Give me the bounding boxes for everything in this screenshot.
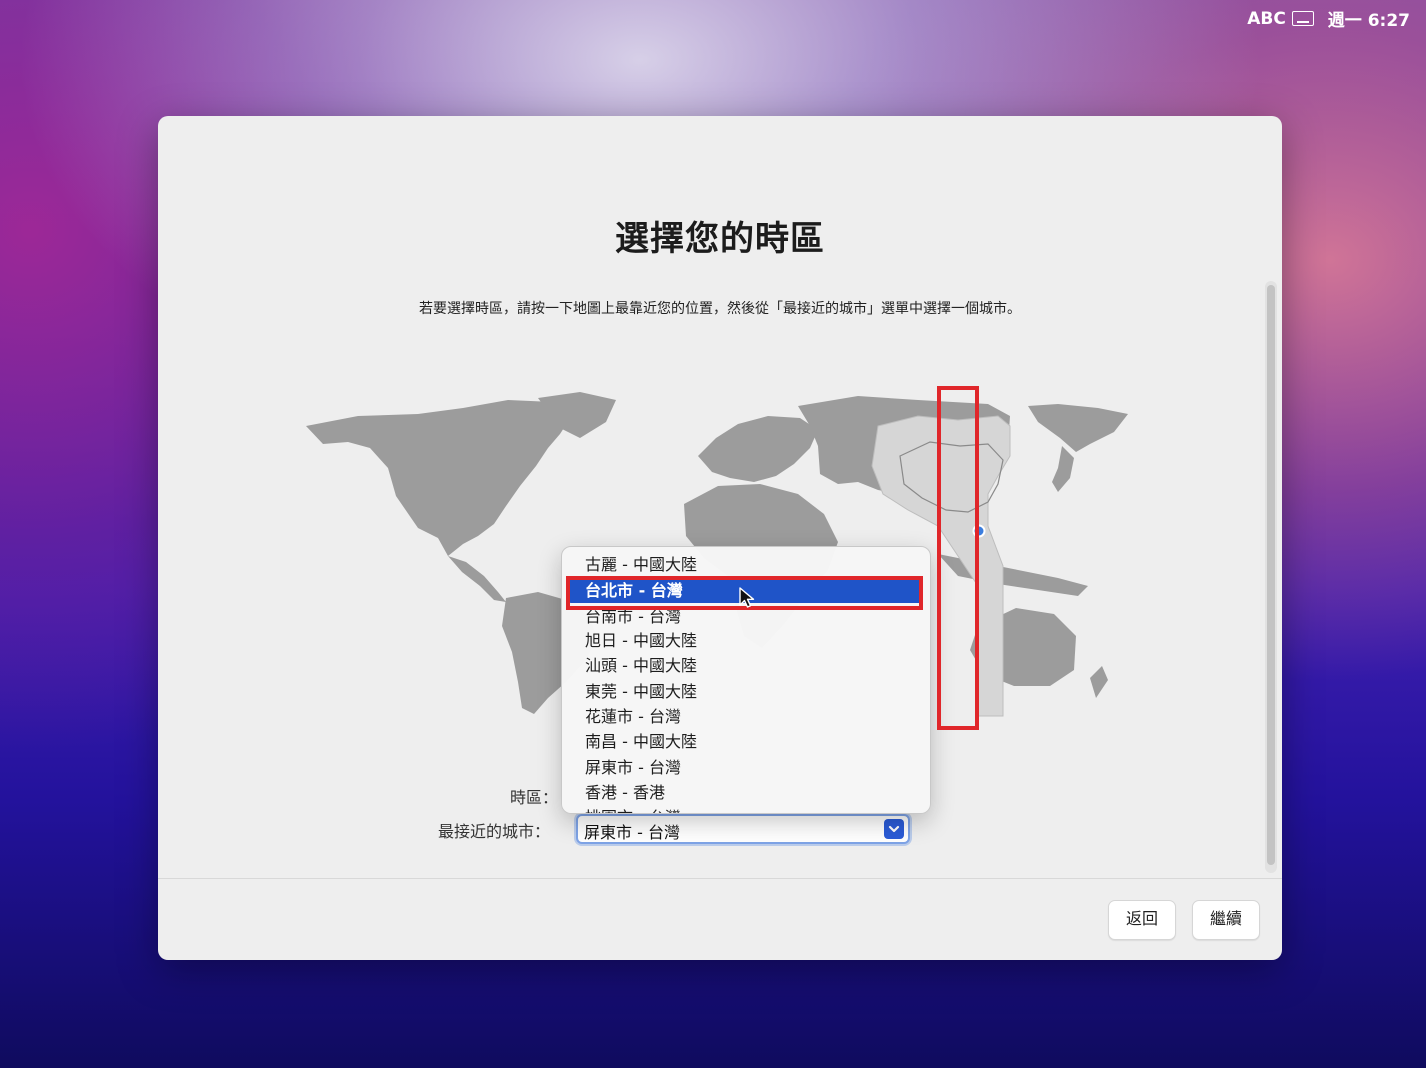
dropdown-item[interactable]: 旭日 - 中國大陸 (567, 629, 923, 653)
page-instructions: 若要選擇時區，請按一下地圖上最靠近您的位置，然後從「最接近的城市」選單中選擇一個… (419, 301, 1021, 317)
menubar-status: ABC 週一 6:27 (1247, 6, 1410, 32)
input-source-menu[interactable]: ABC (1247, 9, 1314, 29)
setup-window: 選擇您的時區 若要選擇時區，請按一下地圖上最靠近您的位置，然後從「最接近的城市」… (158, 116, 1282, 960)
scrollbar[interactable] (1265, 281, 1277, 873)
chevron-down-icon[interactable] (884, 819, 904, 839)
dropdown-item[interactable]: 古麗 - 中國大陸 (567, 553, 923, 577)
mouse-pointer-icon (739, 587, 755, 608)
nearest-city-select[interactable]: 屏東市 - 台灣 (576, 814, 910, 844)
footer-divider (158, 878, 1282, 879)
asia-east-landmass[interactable] (1028, 404, 1128, 452)
menubar-clock[interactable]: 週一 6:27 (1328, 6, 1410, 31)
input-source-label: ABC (1247, 8, 1286, 29)
europe-landmass[interactable] (698, 416, 818, 482)
nearest-city-label: 最接近的城市： (438, 822, 551, 841)
keyboard-icon (1291, 11, 1314, 26)
time-zone-label: 時區： (510, 788, 559, 807)
continue-button[interactable]: 繼續 (1192, 900, 1260, 940)
central-america-landmass[interactable] (448, 556, 506, 602)
dropdown-item[interactable]: 南昌 - 中國大陸 (567, 730, 923, 754)
dropdown-item[interactable]: 花蓮市 - 台灣 (567, 705, 923, 729)
new-zealand-landmass[interactable] (1090, 666, 1108, 698)
page-title: 選擇您的時區 (615, 219, 825, 259)
dropdown-item[interactable]: 汕頭 - 中國大陸 (567, 654, 923, 678)
japan-landmass[interactable] (1052, 446, 1074, 492)
dropdown-item[interactable]: 桃園市 - 台灣 (567, 806, 923, 813)
scrollbar-thumb[interactable] (1267, 285, 1275, 865)
dropdown-item[interactable]: 屏東市 - 台灣 (567, 756, 923, 780)
back-button[interactable]: 返回 (1108, 900, 1176, 940)
annotation-box-timezone-column (937, 386, 979, 730)
dropdown-item[interactable]: 東莞 - 中國大陸 (567, 680, 923, 704)
nearest-city-value: 屏東市 - 台灣 (584, 823, 680, 842)
north-america-landmass[interactable] (306, 400, 573, 556)
dropdown-item[interactable]: 香港 - 香港 (567, 781, 923, 805)
